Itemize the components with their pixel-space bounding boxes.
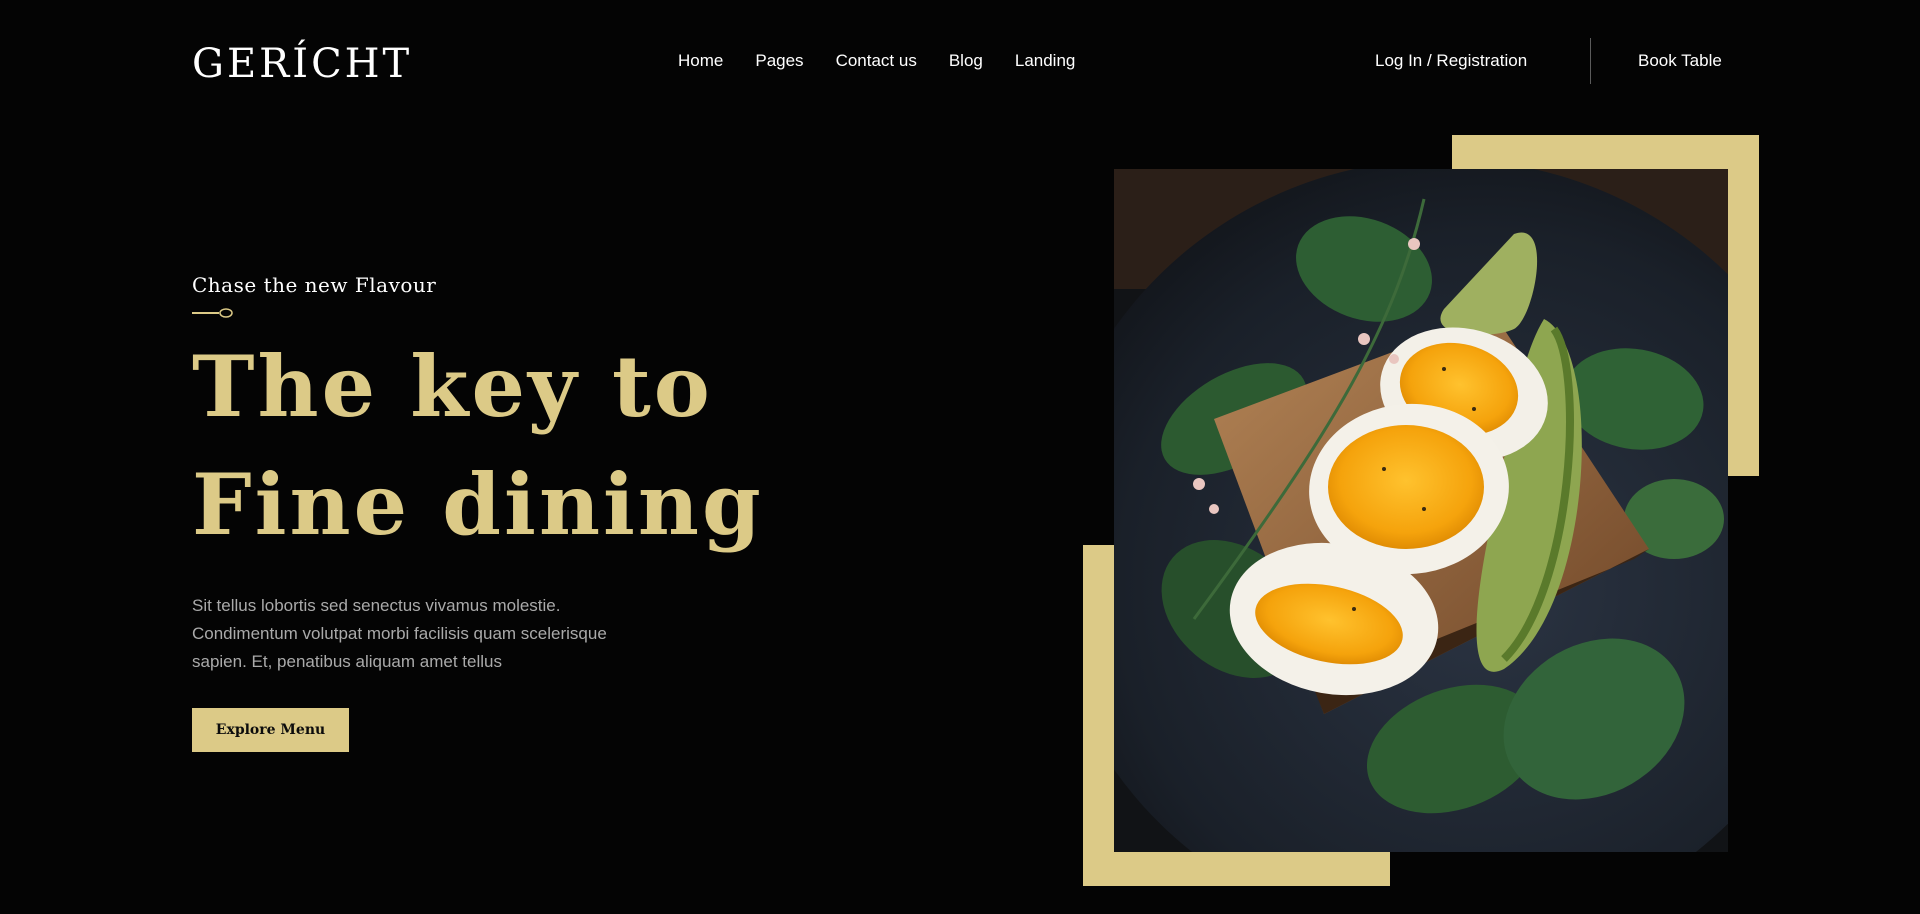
egg-toast-photo [1114,169,1728,852]
logo[interactable]: GERÍCHT [192,40,412,88]
hero-subtitle: Chase the new Flavour [192,273,437,297]
hero-description: Sit tellus lobortis sed senectus vivamus… [192,596,607,671]
login-registration-link[interactable]: Log In / Registration [1375,50,1527,72]
nav-item-contact: Contact us [836,50,917,72]
book-table-link[interactable]: Book Table [1638,50,1722,72]
hero-headline: The key to Fine dining [192,328,764,564]
hero-headline-line1: The key to [192,337,713,436]
spoon-icon [192,308,233,318]
hero-headline-line2: Fine dining [192,455,764,554]
nav-item-landing: Landing [1015,50,1076,72]
nav-link-landing[interactable]: Landing [1015,51,1076,70]
nav-item-blog: Blog [949,50,983,72]
nav-link-pages[interactable]: Pages [755,51,803,70]
navbar: GERÍCHT Home Pages Contact us Blog Landi… [0,0,1920,122]
explore-menu-button[interactable]: Explore Menu [192,708,349,752]
nav-link-contact[interactable]: Contact us [836,51,917,70]
nav-item-pages: Pages [755,50,803,72]
nav-item-home: Home [678,50,723,72]
nav-link-blog[interactable]: Blog [949,51,983,70]
nav-link-home[interactable]: Home [678,51,723,70]
nav-divider [1590,38,1591,84]
nav-links: Home Pages Contact us Blog Landing [678,50,1075,72]
